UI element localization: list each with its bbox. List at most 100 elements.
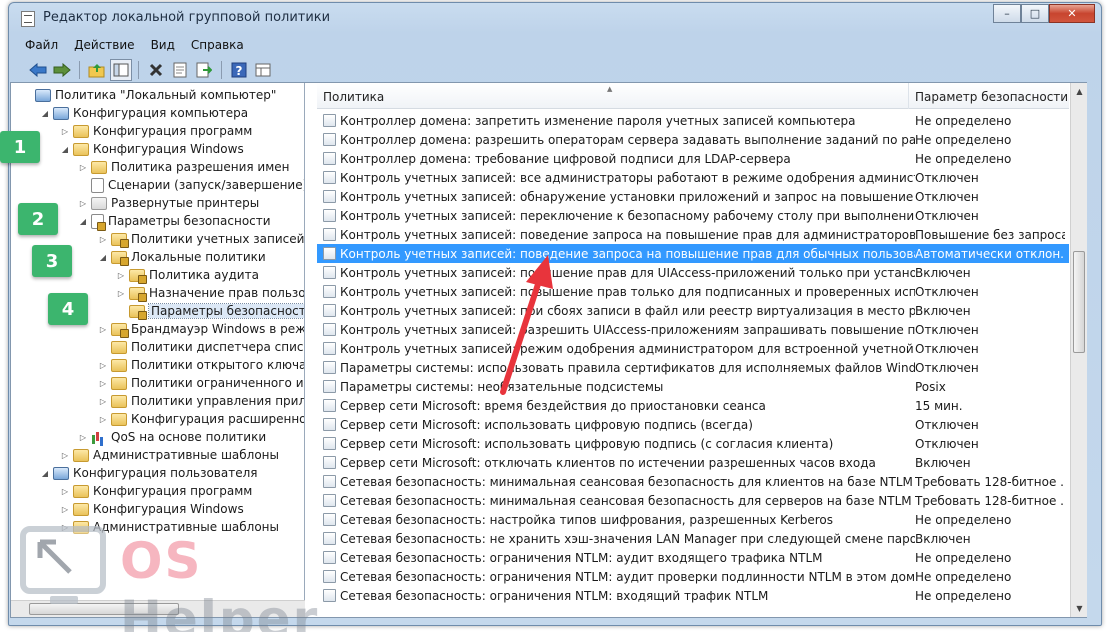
collapse-arrow-icon[interactable]: ◢	[77, 217, 89, 226]
tree-node[interactable]: ◢ Параметры безопасности	[77, 212, 271, 231]
tree-node[interactable]: ▷ Политики управления приложениями	[97, 392, 304, 410]
table-row[interactable]: Параметры системы: использовать правила …	[317, 358, 1069, 377]
table-row[interactable]: Контроллер домена: требование цифровой п…	[317, 149, 1069, 168]
properties-icon[interactable]	[169, 59, 191, 81]
up-folder-icon[interactable]	[86, 59, 108, 81]
expand-arrow-icon[interactable]: ▷	[97, 379, 109, 388]
locked-folder-icon	[129, 304, 147, 320]
expand-arrow-icon[interactable]: ▷	[115, 271, 127, 280]
table-row[interactable]: Контроль учетных записей: при сбоях запи…	[317, 301, 1069, 320]
maximize-button[interactable]: □	[1021, 4, 1049, 23]
folder-icon	[111, 376, 127, 390]
filter-view-icon[interactable]	[252, 59, 274, 81]
tree-node[interactable]: ◢ Локальные политики	[97, 248, 266, 266]
show-hide-tree-icon[interactable]	[110, 59, 132, 81]
expand-arrow-icon[interactable]: ▷	[59, 505, 71, 514]
tree-node[interactable]: ▷ Политика аудита	[115, 266, 259, 284]
column-header-setting[interactable]: Параметр безопасности	[909, 83, 1069, 109]
table-row[interactable]: Параметры системы: необязательные подсис…	[317, 377, 1069, 396]
list-vertical-scrollbar[interactable]: ▲ ▼	[1070, 83, 1087, 617]
column-header-policy[interactable]: Политика	[317, 83, 909, 109]
delete-icon[interactable]	[145, 59, 167, 81]
table-row[interactable]: Контроль учетных записей: повышение прав…	[317, 282, 1069, 301]
collapse-arrow-icon[interactable]: ◢	[39, 109, 51, 118]
tree-node[interactable]: ▷ Политики открытого ключа	[97, 356, 304, 374]
expand-arrow-icon[interactable]: ▷	[59, 487, 71, 496]
close-button[interactable]: ✕	[1049, 4, 1095, 23]
tree-node[interactable]: ▷ Политика разрешения имен	[77, 158, 290, 176]
expand-arrow-icon[interactable]: ▷	[115, 289, 127, 298]
table-row[interactable]: Контроллер домена: разрешить операторам …	[317, 130, 1069, 149]
table-row[interactable]: Сетевая безопасность: не хранить хэш-зна…	[317, 529, 1069, 548]
tree-node[interactable]: ◢ Конфигурация Windows	[59, 140, 244, 158]
tree-node[interactable]: ▷ Брандмауэр Windows в режиме повышенной …	[97, 320, 304, 338]
tree-node[interactable]: ▷ QoS на основе политики	[77, 428, 266, 446]
scrollbar-thumb[interactable]	[1073, 251, 1085, 353]
collapse-arrow-icon[interactable]: ◢	[97, 253, 109, 262]
expand-arrow-icon[interactable]: ▷	[97, 361, 109, 370]
expand-arrow-icon[interactable]: ▷	[77, 433, 89, 442]
tree-node[interactable]: Сценарии (запуск/завершение)	[77, 176, 304, 194]
expand-arrow-icon[interactable]: ▷	[59, 451, 71, 460]
menu-file[interactable]: Файл	[17, 35, 66, 55]
tree-node[interactable]: ◢ Конфигурация компьютера	[39, 104, 248, 122]
table-row[interactable]: Сетевая безопасность: ограничения NTLM: …	[317, 586, 1069, 605]
help-icon[interactable]: ?	[228, 59, 250, 81]
table-row[interactable]: Сетевая безопасность: ограничения NTLM: …	[317, 567, 1069, 586]
table-row[interactable]: Контроль учетных записей: поведение запр…	[317, 225, 1069, 244]
tree-node[interactable]: ▷ Административные шаблоны	[59, 446, 279, 464]
tree-node[interactable]: ▷ Конфигурация программ	[59, 122, 252, 140]
security-setting-value: Не определено	[915, 512, 1012, 527]
tree-node[interactable]: ▷ Политики ограниченного использования пр…	[97, 374, 304, 392]
table-row[interactable]: Сервер сети Microsoft: отключать клиенто…	[317, 453, 1069, 472]
expand-arrow-icon[interactable]: ▷	[97, 325, 109, 334]
expand-arrow-icon[interactable]: ▷	[97, 415, 109, 424]
scroll-up-icon[interactable]: ▲	[1071, 83, 1087, 100]
expand-arrow-icon[interactable]: ▷	[59, 127, 71, 136]
table-row[interactable]: Сервер сети Microsoft: использовать цифр…	[317, 434, 1069, 453]
table-row[interactable]: Сервер сети Microsoft: использовать цифр…	[317, 415, 1069, 434]
tree-node[interactable]: Параметры безопасности	[115, 302, 304, 320]
table-row[interactable]: Контроль учетных записей: повышение прав…	[317, 263, 1069, 282]
policy-name: Контроль учетных записей: разрешить UIAc…	[340, 322, 915, 337]
expand-arrow-icon[interactable]: ▷	[97, 397, 109, 406]
forward-icon[interactable]	[51, 59, 73, 81]
table-row[interactable]: Контроль учетных записей: поведение запр…	[317, 244, 1069, 263]
table-row[interactable]: Сетевая безопасность: ограничения NTLM: …	[317, 548, 1069, 567]
tree-node[interactable]: Политики диспетчера списка сетей	[97, 338, 304, 356]
table-row[interactable]: Сетевая безопасность: минимальная сеансо…	[317, 491, 1069, 510]
tree-node[interactable]: ▷ Развернутые принтеры	[77, 194, 259, 212]
tree-node[interactable]: ▷ Политики учетных записей	[97, 230, 304, 248]
table-row[interactable]: Контроль учетных записей: обнаружение ус…	[317, 187, 1069, 206]
tree-node[interactable]: ◢ Конфигурация пользователя	[39, 464, 258, 482]
menu-help[interactable]: Справка	[183, 35, 252, 55]
table-row[interactable]: Сервер сети Microsoft: время бездействия…	[317, 396, 1069, 415]
title-bar[interactable]: Редактор локальной групповой политики – …	[9, 3, 1101, 33]
policy-setting-icon	[323, 513, 336, 526]
table-row[interactable]: Сетевая безопасность: настройка типов ши…	[317, 510, 1069, 529]
table-row[interactable]: Контроль учетных записей: разрешить UIAc…	[317, 320, 1069, 339]
menu-action[interactable]: Действие	[66, 35, 142, 55]
collapse-arrow-icon[interactable]: ◢	[59, 145, 71, 154]
menu-view[interactable]: Вид	[143, 35, 183, 55]
table-row[interactable]: Сетевая безопасность: минимальная сеансо…	[317, 472, 1069, 491]
export-list-icon[interactable]	[193, 59, 215, 81]
expand-arrow-icon[interactable]: ▷	[77, 163, 89, 172]
collapse-arrow-icon[interactable]: ◢	[39, 469, 51, 478]
expand-arrow-icon[interactable]: ▷	[77, 199, 89, 208]
tree-node[interactable]: ▷ Конфигурация расширенной политики аудит…	[97, 410, 304, 428]
table-row[interactable]: Контроль учетных записей: все администра…	[317, 168, 1069, 187]
tree-node[interactable]: Политика "Локальный компьютер"	[21, 86, 276, 104]
scroll-down-icon[interactable]: ▼	[1071, 600, 1087, 617]
minimize-button[interactable]: –	[993, 4, 1021, 23]
tree-node[interactable]: ▷ Назначение прав пользователя	[115, 284, 304, 302]
policy-name: Сервер сети Microsoft: время бездействия…	[340, 398, 766, 413]
back-icon[interactable]	[27, 59, 49, 81]
tree-node[interactable]: ▷ Конфигурация программ	[59, 482, 252, 500]
table-row[interactable]: Контроллер домена: запретить изменение п…	[317, 111, 1069, 130]
expand-arrow-icon[interactable]: ▷	[97, 235, 109, 244]
security-setting-value: Отключен	[915, 436, 979, 451]
tree-node[interactable]: ▷ Конфигурация Windows	[59, 500, 244, 518]
table-row[interactable]: Контроль учетных записей: режим одобрени…	[317, 339, 1069, 358]
table-row[interactable]: Контроль учетных записей: переключение к…	[317, 206, 1069, 225]
